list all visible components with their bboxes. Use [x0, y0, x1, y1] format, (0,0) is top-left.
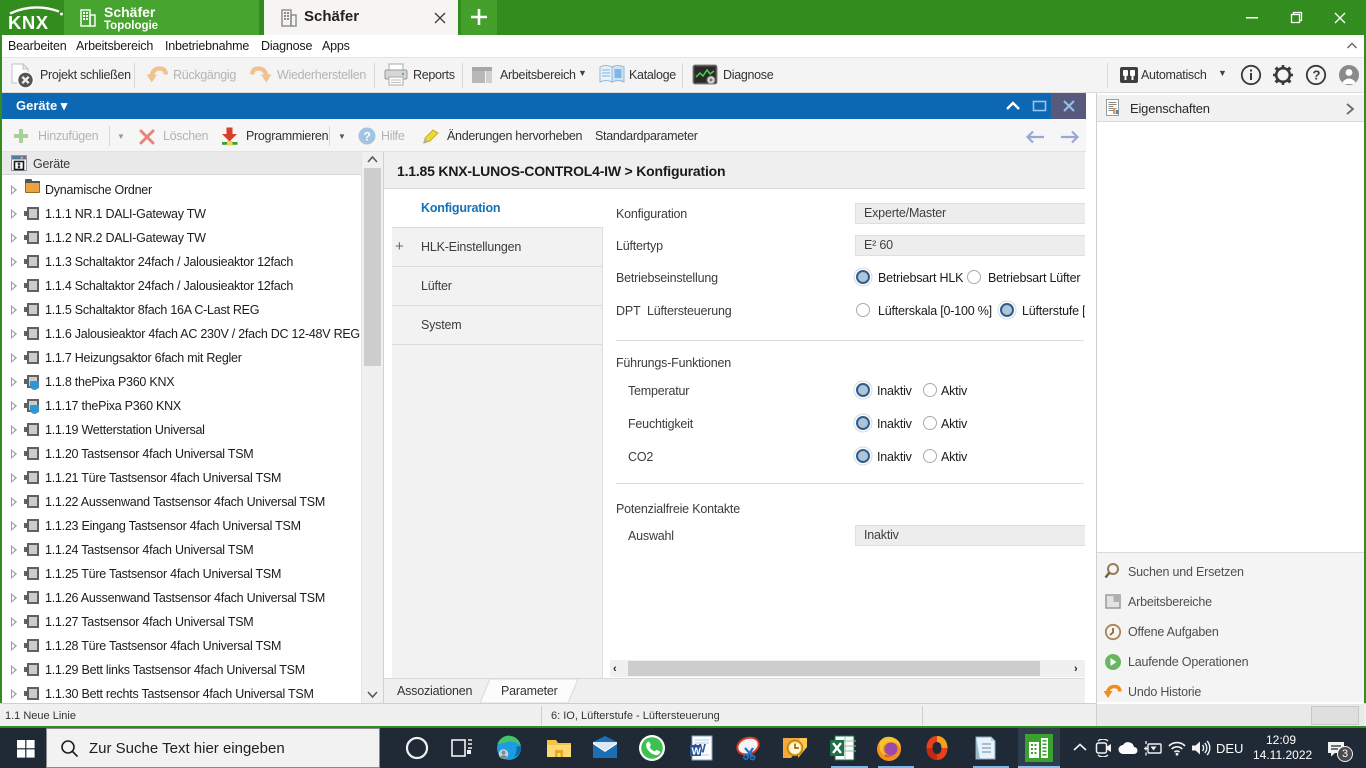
svg-text:?: ? [364, 130, 371, 144]
svg-text:?: ? [1313, 68, 1321, 83]
svg-text:KNX: KNX [8, 12, 49, 32]
svg-text:W: W [692, 747, 702, 758]
